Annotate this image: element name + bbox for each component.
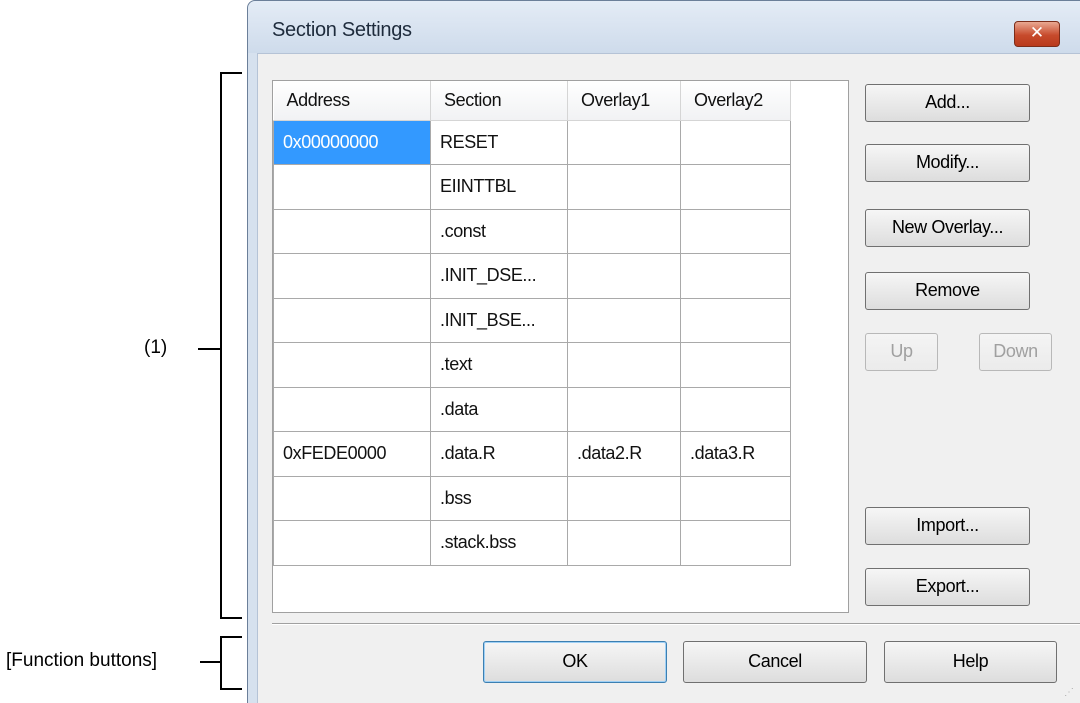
cell-address[interactable]: 0xFEDE0000 <box>273 431 431 477</box>
cell-section[interactable]: .bss <box>430 475 568 521</box>
region-1-bracket-bottom <box>220 617 242 619</box>
table-row[interactable]: .INIT_BSE... <box>273 297 791 343</box>
close-button[interactable]: ✕ <box>1014 21 1060 47</box>
cell-overlay1[interactable] <box>567 297 681 343</box>
cell-overlay1[interactable] <box>567 342 681 388</box>
cell-address[interactable]: 0x00000000 <box>273 119 431 165</box>
cell-overlay2[interactable] <box>680 164 791 210</box>
cell-overlay2[interactable] <box>680 342 791 388</box>
cell-section[interactable]: EIINTTBL <box>430 164 568 210</box>
button-separator <box>272 623 1080 625</box>
cell-overlay1[interactable] <box>567 253 681 299</box>
import-button[interactable]: Import... <box>865 507 1030 545</box>
dialog-title: Section Settings <box>272 19 412 41</box>
cancel-button[interactable]: Cancel <box>683 641 867 683</box>
table-row[interactable]: .const <box>273 208 791 254</box>
table-row[interactable]: .text <box>273 342 791 388</box>
region-1-connector <box>198 348 221 350</box>
function-buttons-label: [Function buttons] <box>6 650 158 671</box>
modify-button[interactable]: Modify... <box>865 144 1030 182</box>
cell-address[interactable] <box>273 164 431 210</box>
close-icon: ✕ <box>1029 23 1045 43</box>
cell-address[interactable] <box>273 208 431 254</box>
cell-overlay1[interactable] <box>567 475 681 521</box>
cell-section[interactable]: .INIT_BSE... <box>430 297 568 343</box>
cell-overlay2[interactable] <box>680 297 791 343</box>
table-row[interactable]: .bss <box>273 475 791 521</box>
column-header-overlay2[interactable]: Overlay2 <box>680 81 791 121</box>
cell-overlay2[interactable] <box>680 208 791 254</box>
cell-overlay2[interactable] <box>680 386 791 432</box>
column-header-section[interactable]: Section <box>430 81 568 121</box>
cell-overlay1[interactable] <box>567 164 681 210</box>
cell-overlay2[interactable] <box>680 520 791 566</box>
table-row[interactable]: .stack.bss <box>273 520 791 566</box>
function-buttons-bracket-vertical <box>220 636 222 690</box>
help-button[interactable]: Help <box>884 641 1057 683</box>
section-grid[interactable]: Address Section Overlay1 Overlay2 0x0000… <box>272 80 849 613</box>
cell-address[interactable] <box>273 342 431 388</box>
export-button[interactable]: Export... <box>865 568 1030 606</box>
up-button[interactable]: Up <box>865 333 938 371</box>
cell-section[interactable]: .stack.bss <box>430 520 568 566</box>
column-header-overlay1[interactable]: Overlay1 <box>567 81 681 121</box>
cell-overlay1[interactable] <box>567 386 681 432</box>
grid-header-row: Address Section Overlay1 Overlay2 <box>273 81 791 121</box>
cell-section[interactable]: .const <box>430 208 568 254</box>
resize-grip-icon[interactable]: ⋰ <box>1064 687 1078 701</box>
cell-overlay1[interactable] <box>567 119 681 165</box>
cell-address[interactable] <box>273 253 431 299</box>
region-1-bracket-vertical <box>220 72 222 619</box>
table-row[interactable]: .data <box>273 386 791 432</box>
table-row[interactable]: EIINTTBL <box>273 164 791 210</box>
cell-address[interactable] <box>273 386 431 432</box>
cell-address[interactable] <box>273 475 431 521</box>
region-1-bracket-top <box>220 72 242 74</box>
add-button[interactable]: Add... <box>865 84 1030 122</box>
cell-overlay2[interactable] <box>680 475 791 521</box>
dialog-titlebar[interactable]: Section Settings ✕ <box>248 1 1080 53</box>
column-header-address[interactable]: Address <box>273 81 431 121</box>
function-buttons-bracket-top <box>220 636 242 638</box>
cell-overlay2[interactable]: .data3.R <box>680 431 791 477</box>
down-button[interactable]: Down <box>979 333 1052 371</box>
cell-section[interactable]: .INIT_DSE... <box>430 253 568 299</box>
cell-overlay1[interactable] <box>567 520 681 566</box>
function-buttons-connector <box>200 661 221 663</box>
remove-button[interactable]: Remove <box>865 272 1030 310</box>
cell-address[interactable] <box>273 520 431 566</box>
section-table: Address Section Overlay1 Overlay2 0x0000… <box>273 81 791 566</box>
cell-section[interactable]: .text <box>430 342 568 388</box>
ok-button[interactable]: OK <box>483 641 667 683</box>
region-1-label: (1) <box>144 337 168 358</box>
cell-address[interactable] <box>273 297 431 343</box>
function-buttons-bracket-bottom <box>220 688 242 690</box>
table-row[interactable]: 0x00000000 RESET <box>273 119 791 165</box>
cell-section[interactable]: .data.R <box>430 431 568 477</box>
cell-overlay2[interactable] <box>680 253 791 299</box>
cell-overlay2[interactable] <box>680 119 791 165</box>
cell-section[interactable]: .data <box>430 386 568 432</box>
new-overlay-button[interactable]: New Overlay... <box>865 209 1030 247</box>
table-row[interactable]: .INIT_DSE... <box>273 253 791 299</box>
cell-overlay1[interactable] <box>567 208 681 254</box>
table-row[interactable]: 0xFEDE0000 .data.R .data2.R .data3.R <box>273 431 791 477</box>
cell-section[interactable]: RESET <box>430 119 568 165</box>
cell-overlay1[interactable]: .data2.R <box>567 431 681 477</box>
